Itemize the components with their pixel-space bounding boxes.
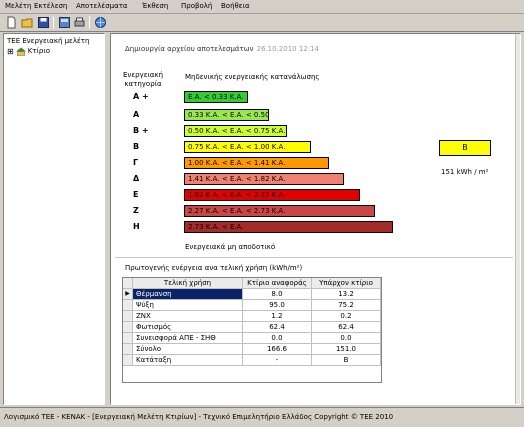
building-icon: [15, 47, 26, 56]
energy-class-letter: Η: [133, 222, 140, 231]
save-icon[interactable]: [37, 16, 50, 29]
cell-existing-value[interactable]: 75.2: [312, 300, 381, 311]
cell-reference-value[interactable]: 1.2: [243, 311, 312, 322]
generated-line: Δημιουργία αρχείου αποτελεσμάτων 26.10.20…: [125, 45, 319, 53]
energy-class-letter: Α: [133, 110, 140, 119]
calculate-icon[interactable]: [58, 16, 71, 29]
cell-final-use[interactable]: Θέρμανση: [133, 289, 243, 300]
header-existing-building[interactable]: Υπάρχον κτίριο: [312, 278, 381, 289]
category-header: Ενεργειακή κατηγορία: [123, 71, 164, 88]
table-row[interactable]: Ψύξη 95.0 75.2: [123, 300, 381, 311]
energy-class-letter: Γ: [133, 158, 139, 167]
energy-class-letter: Δ: [133, 174, 140, 183]
cell-final-use[interactable]: Ψύξη: [133, 300, 243, 311]
print-icon[interactable]: [73, 16, 86, 29]
menu-study[interactable]: Μελέτη: [5, 2, 31, 10]
cell-existing-value[interactable]: 0.0: [312, 333, 381, 344]
table-caption: Πρωτογενής ενέργεια ανα τελική χρήση (kW…: [125, 264, 303, 272]
header-corner: [123, 278, 133, 289]
table-row[interactable]: Φωτισμός 62.4 62.4: [123, 322, 381, 333]
zero-consumption-header: Μηδενικής ενεργειακής κατανάλωσης: [185, 73, 320, 81]
cell-existing-value[interactable]: 151.0: [312, 344, 381, 355]
cell-existing-value[interactable]: 0.2: [312, 311, 381, 322]
energy-class-letter: Β: [133, 142, 140, 151]
table-header-row: Τελική χρήση Κτίριο αναφοράς Υπάρχον κτί…: [123, 278, 381, 289]
toolbar: [0, 14, 524, 32]
energy-class-bar: 2.73 Κ.Α. < Ε.Α.: [184, 221, 393, 233]
cell-existing-value[interactable]: Β: [312, 355, 381, 366]
status-bar: Λογισμικό ΤΕΕ - ΚΕΝΑΚ - [Ενεργειακή Μελέ…: [0, 407, 524, 427]
cell-reference-value[interactable]: 0.0: [243, 333, 312, 344]
energy-class-bar: 1.41 Κ.Α. < Ε.Α. < 1.82 Κ.Α.: [184, 173, 344, 185]
row-indicator[interactable]: [123, 311, 133, 322]
row-indicator[interactable]: [123, 333, 133, 344]
row-indicator[interactable]: [123, 344, 133, 355]
energy-class-letter: Ζ: [133, 206, 139, 215]
table-row[interactable]: Κατάταξη - Β: [123, 355, 381, 366]
building-energy-value: 151 kWh / m²: [441, 168, 489, 176]
energy-class-bar: 1.00 Κ.Α. < Ε.Α. < 1.41 Κ.Α.: [184, 157, 329, 169]
energy-class-letter: Ε: [133, 190, 139, 199]
energy-class-letter: Α +: [133, 92, 149, 101]
cell-reference-value[interactable]: 95.0: [243, 300, 312, 311]
header-final-use[interactable]: Τελική χρήση: [133, 278, 243, 289]
cell-final-use[interactable]: ΖΝΧ: [133, 311, 243, 322]
results-panel: Δημιουργία αρχείου αποτελεσμάτων 26.10.20…: [110, 33, 521, 405]
menu-execution[interactable]: Εκτέλεση: [34, 2, 67, 10]
toolbar-separator: [53, 16, 54, 29]
menu-results[interactable]: Αποτελέσματα: [76, 2, 128, 10]
cell-existing-value[interactable]: 62.4: [312, 322, 381, 333]
section-divider: [115, 257, 513, 258]
cell-reference-value[interactable]: 8.0: [243, 289, 312, 300]
menu-bar: Μελέτη Εκτέλεση Αποτελέσματα Έκθεση Προβ…: [0, 0, 524, 14]
new-file-icon[interactable]: [5, 16, 18, 29]
energy-class-bar: 2.27 Κ.Α. < Ε.Α. < 2.73 Κ.Α.: [184, 205, 375, 217]
building-class-box: Β: [439, 140, 491, 156]
menu-view[interactable]: Προβολή: [181, 2, 212, 10]
open-folder-icon[interactable]: [21, 16, 34, 29]
row-indicator[interactable]: [123, 355, 133, 366]
cell-final-use[interactable]: Σύνολο: [133, 344, 243, 355]
cell-final-use[interactable]: Συνεισφορά ΑΠΕ - ΣΗΘ: [133, 333, 243, 344]
cell-final-use[interactable]: Κατάταξη: [133, 355, 243, 366]
cell-final-use[interactable]: Φωτισμός: [133, 322, 243, 333]
energy-class-bar: Ε.Α. < 0.33 Κ.Α.: [184, 91, 248, 103]
menu-help[interactable]: Βοήθεια: [221, 2, 250, 10]
tree-item-building-label: Κτίριο: [27, 47, 50, 55]
tree-root-label: ΤΕΕ Ενεργειακή μελέτη: [7, 37, 90, 45]
vertical-scrollbar[interactable]: [515, 34, 520, 404]
toolbar-separator: [89, 16, 90, 29]
cell-reference-value[interactable]: 166.6: [243, 344, 312, 355]
tree-expander[interactable]: ⊞: [7, 47, 14, 56]
table-row[interactable]: Σύνολο 166.6 151.0: [123, 344, 381, 355]
cell-reference-value[interactable]: -: [243, 355, 312, 366]
row-indicator[interactable]: ▶: [123, 289, 133, 300]
cell-existing-value[interactable]: 13.2: [312, 289, 381, 300]
tree-item-building[interactable]: ⊞ Κτίριο: [7, 46, 50, 56]
table-row[interactable]: Συνεισφορά ΑΠΕ - ΣΗΘ 0.0 0.0: [123, 333, 381, 344]
generated-label: Δημιουργία αρχείου αποτελεσμάτων: [125, 45, 254, 53]
primary-energy-table: Τελική χρήση Κτίριο αναφοράς Υπάρχον κτί…: [122, 277, 382, 383]
energy-class-bar: 0.50 Κ.Α. < Ε.Α. < 0.75 Κ.Α.: [184, 125, 287, 137]
inefficient-label: Ενεργειακά μη αποδοτικό: [185, 243, 276, 251]
table-row[interactable]: ΖΝΧ 1.2 0.2: [123, 311, 381, 322]
energy-class-bar: 0.33 Κ.Α. < Ε.Α. < 0.50 Κ.Α.: [184, 109, 269, 121]
cell-reference-value[interactable]: 62.4: [243, 322, 312, 333]
row-indicator[interactable]: [123, 300, 133, 311]
energy-class-bar: 1.82 Κ.Α. < Ε.Α. < 2.27 Κ.Α.: [184, 189, 360, 201]
table-row[interactable]: ▶ Θέρμανση 8.0 13.2: [123, 289, 381, 300]
energy-class-bar: 0.75 Κ.Α. < Ε.Α. < 1.00 Κ.Α.: [184, 141, 311, 153]
tree-root[interactable]: ΤΕΕ Ενεργειακή μελέτη: [7, 36, 89, 46]
status-text: Λογισμικό ΤΕΕ - ΚΕΝΑΚ - [Ενεργειακή Μελέ…: [4, 413, 394, 421]
globe-icon[interactable]: [94, 16, 107, 29]
row-indicator[interactable]: [123, 322, 133, 333]
menu-report[interactable]: Έκθεση: [142, 2, 168, 10]
energy-class-letter: Β +: [133, 126, 149, 135]
project-tree: ΤΕΕ Ενεργειακή μελέτη ⊞ Κτίριο: [3, 33, 105, 405]
header-reference-building[interactable]: Κτίριο αναφοράς: [243, 278, 312, 289]
generated-date: 26.10.2010 12:14: [256, 45, 319, 53]
